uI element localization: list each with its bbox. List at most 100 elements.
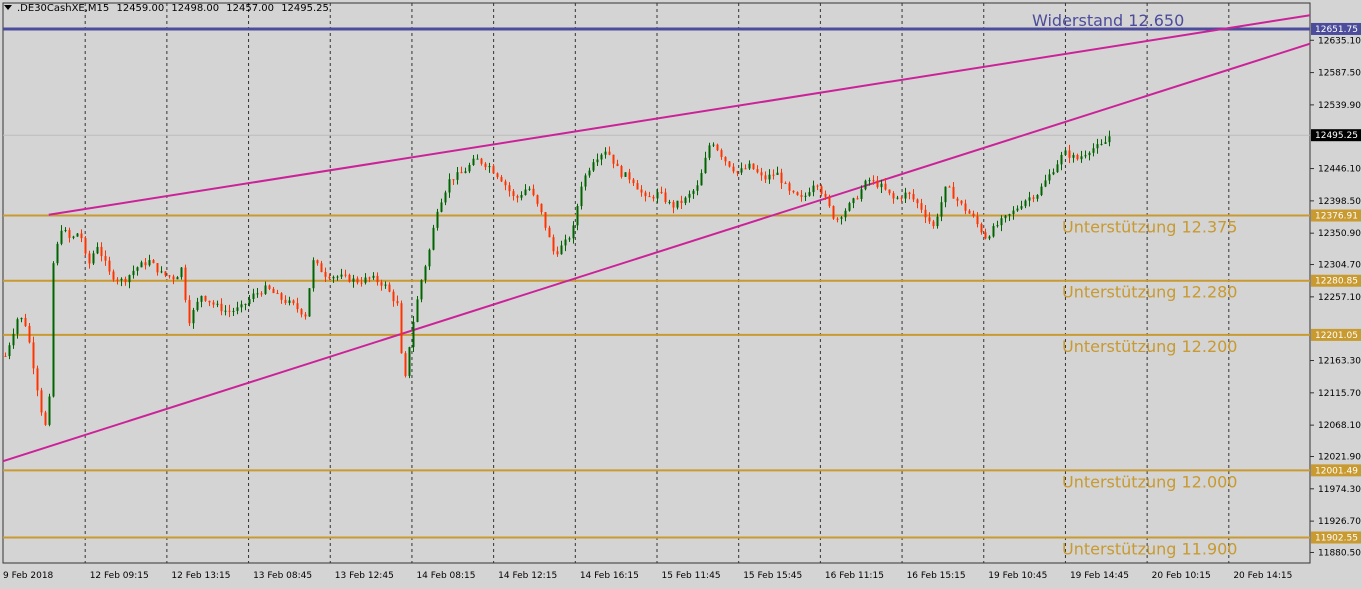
candle-body — [156, 263, 159, 273]
candle — [644, 190, 647, 202]
candle — [708, 142, 711, 161]
x-tick-label: 12 Feb 09:15 — [90, 571, 149, 581]
candle-body — [424, 266, 427, 281]
candle-body — [36, 368, 39, 391]
candle — [788, 181, 791, 195]
candle — [124, 276, 127, 286]
candle — [52, 261, 55, 398]
candle-body — [216, 303, 219, 305]
candle-body — [160, 271, 163, 273]
candle-body — [820, 186, 823, 194]
candle — [36, 365, 39, 397]
candle-body — [832, 206, 835, 219]
candle — [84, 236, 87, 257]
candle — [464, 167, 467, 174]
candle — [416, 296, 419, 323]
candle — [804, 192, 807, 201]
candle-body — [856, 198, 859, 200]
candle-body — [988, 236, 991, 239]
candle-body — [960, 200, 963, 204]
candle — [772, 169, 775, 180]
candle — [48, 393, 51, 427]
candle-body — [544, 212, 547, 228]
candle-body — [440, 202, 443, 212]
candle — [408, 346, 411, 379]
candle-body — [404, 353, 407, 376]
candle — [1020, 200, 1023, 210]
candle-body — [496, 173, 499, 178]
candle-body — [636, 183, 639, 190]
candle — [712, 142, 715, 147]
candle-body — [452, 179, 455, 181]
candle-body — [80, 233, 83, 239]
candle-body — [472, 158, 475, 166]
candle-body — [776, 172, 779, 176]
candle-body — [880, 183, 883, 188]
candle — [92, 250, 95, 266]
candle — [812, 180, 815, 197]
candle-body — [868, 180, 871, 182]
candle-body — [268, 285, 271, 289]
candle-body — [252, 293, 255, 300]
candle — [132, 265, 135, 279]
candle-body — [1060, 154, 1063, 165]
candle — [600, 153, 603, 166]
chevron-down-icon[interactable] — [4, 5, 12, 10]
candle — [28, 323, 31, 344]
candle — [100, 242, 103, 262]
candle — [732, 163, 735, 174]
candle-body — [860, 189, 863, 199]
candle — [200, 295, 203, 308]
candle — [216, 300, 219, 308]
candle-body — [444, 192, 447, 203]
candle — [616, 159, 619, 167]
candle-body — [660, 192, 663, 194]
candle — [468, 162, 471, 174]
candle — [632, 178, 635, 186]
candle — [260, 291, 263, 297]
candle-body — [624, 172, 627, 177]
y-tick-label: 12163.30 — [1318, 357, 1361, 367]
candle-body — [656, 192, 659, 199]
candle-body — [384, 284, 387, 286]
candle-body — [1044, 180, 1047, 187]
candle — [12, 328, 15, 349]
candle — [840, 215, 843, 225]
candle-body — [420, 280, 423, 300]
y-tick-label: 11880.50 — [1318, 548, 1361, 558]
candle-body — [888, 189, 891, 194]
candle — [648, 191, 651, 198]
candle — [252, 288, 255, 303]
candle — [744, 164, 747, 170]
candle-body — [736, 171, 739, 173]
support-level-label: Unterstützung 12.200 — [1062, 337, 1237, 356]
candle-body — [616, 163, 619, 167]
candle-body — [1000, 218, 1003, 226]
candle — [752, 163, 755, 170]
candle-body — [1008, 214, 1011, 216]
candle — [992, 223, 995, 238]
candle — [800, 190, 803, 202]
candle-body — [508, 185, 511, 192]
candle-body — [248, 299, 251, 304]
y-tick-label: 12068.10 — [1318, 421, 1361, 431]
candle-body — [996, 225, 999, 227]
candle — [96, 242, 99, 255]
candle-body — [924, 209, 927, 218]
candle — [32, 336, 35, 375]
candle-body — [360, 282, 363, 284]
candle — [728, 160, 731, 168]
candle-body — [1032, 197, 1035, 199]
candle-body — [840, 217, 843, 219]
candle-body — [128, 275, 131, 283]
chart-svg: Widerstand 12.650 Unterstützung 12.375 Unt… — [2, 2, 1361, 581]
candle — [516, 194, 519, 203]
y-tick-label: 12304.70 — [1318, 261, 1361, 271]
candle — [420, 279, 423, 303]
candle-body — [540, 203, 543, 213]
support-level-label: Unterstützung 12.280 — [1062, 283, 1237, 302]
candle — [236, 301, 239, 315]
candle — [504, 179, 507, 191]
support-level-label: Unterstützung 11.900 — [1062, 540, 1237, 559]
candle-body — [412, 321, 415, 348]
